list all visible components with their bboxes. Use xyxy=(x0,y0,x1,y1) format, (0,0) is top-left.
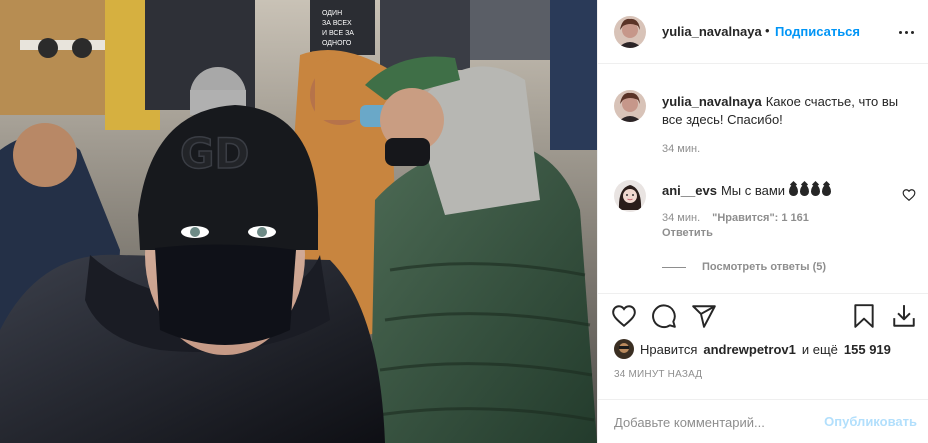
instagram-post: ОДИН ЗА ВСЕХ И ВСЕ ЗА ОДНОГО GD yulia_na… xyxy=(0,0,928,443)
comment-input[interactable] xyxy=(614,411,814,433)
commenter-avatar-image xyxy=(614,180,646,212)
caption-timestamp[interactable]: 34 мин. xyxy=(662,143,700,155)
post-time-ago[interactable]: 34 МИНУТ НАЗАД xyxy=(614,369,702,380)
likes-summary: Нравится andrewpetrov1 и ещё 155 919 xyxy=(614,339,891,359)
drop-emoji-icon xyxy=(821,185,831,196)
commenter-username[interactable]: ani__evs xyxy=(662,183,717,198)
liker-username[interactable]: andrewpetrov1 xyxy=(703,342,795,357)
svg-text:ОДИН: ОДИН xyxy=(322,10,342,17)
add-comment-form: Опубликовать xyxy=(598,399,928,443)
more-dots-icon[interactable] xyxy=(899,25,915,39)
drop-emoji-icon xyxy=(810,185,820,196)
post-photo-graphic: ОДИН ЗА ВСЕХ И ВСЕ ЗА ОДНОГО GD xyxy=(0,0,597,443)
post-header: yulia_navalnaya • Подписаться xyxy=(598,0,928,64)
download-icon[interactable] xyxy=(890,302,918,330)
svg-text:ОДНОГО: ОДНОГО xyxy=(322,40,352,47)
drop-emoji-icon xyxy=(799,185,809,196)
follow-button[interactable]: Подписаться xyxy=(775,24,860,39)
post-actions-section: Нравится andrewpetrov1 и ещё 155 919 34 … xyxy=(598,293,928,443)
header-separator: • xyxy=(765,23,770,38)
likes-conjunction: и ещё xyxy=(801,341,838,357)
liker-avatar[interactable] xyxy=(614,339,634,359)
paper-plane-icon[interactable] xyxy=(690,302,718,330)
author-avatar[interactable] xyxy=(614,16,646,48)
comment-text: ani__evs Мы с вами xyxy=(662,183,831,199)
publish-button[interactable]: Опубликовать xyxy=(824,414,917,429)
bookmark-icon[interactable] xyxy=(850,302,878,330)
caption-text: yulia_navalnaya Какое счастье, что вы все… xyxy=(662,93,902,129)
svg-text:ЗА ВСЕХ: ЗА ВСЕХ xyxy=(322,20,352,27)
caption-author-username[interactable]: yulia_navalnaya xyxy=(662,94,762,109)
view-replies-label: Посмотреть ответы (5) xyxy=(702,261,827,273)
comment-bubble-icon[interactable] xyxy=(650,302,678,330)
commenter-avatar[interactable] xyxy=(614,180,646,212)
post-side-panel: yulia_navalnaya • Подписаться yulia_nava… xyxy=(597,0,928,443)
comment-reply-button[interactable]: Ответить xyxy=(662,227,713,239)
view-replies-button[interactable]: Посмотреть ответы (5) xyxy=(662,261,826,273)
likes-count[interactable]: 155 919 xyxy=(844,342,891,357)
drop-emoji-icons xyxy=(788,185,831,196)
author-avatar-image xyxy=(614,16,646,48)
post-photo[interactable]: ОДИН ЗА ВСЕХ И ВСЕ ЗА ОДНОГО GD xyxy=(0,0,597,443)
drop-emoji-icon xyxy=(788,185,798,196)
view-replies-divider xyxy=(662,266,686,268)
svg-text:GD: GD xyxy=(180,129,249,178)
comment-likes-count[interactable]: "Нравится": 1 161 xyxy=(712,212,809,224)
comment-heart-icon[interactable] xyxy=(902,188,916,202)
comment-timestamp[interactable]: 34 мин. xyxy=(662,212,700,224)
comment-meta: 34 мин. "Нравится": 1 161 xyxy=(662,212,809,224)
likes-prefix: Нравится xyxy=(640,341,698,357)
comment-body: Мы с вами xyxy=(720,183,786,198)
svg-text:И ВСЕ ЗА: И ВСЕ ЗА xyxy=(322,30,354,37)
heart-icon[interactable] xyxy=(610,302,638,330)
author-username[interactable]: yulia_navalnaya xyxy=(662,24,762,39)
caption-author-avatar[interactable] xyxy=(614,90,646,122)
action-bar xyxy=(610,302,920,342)
caption-avatar-image xyxy=(614,90,646,122)
